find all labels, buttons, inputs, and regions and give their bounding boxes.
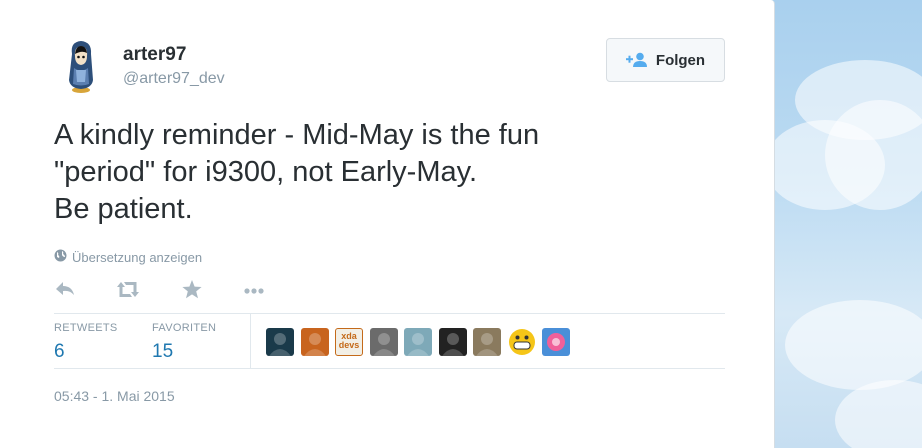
translate-link[interactable]: Übersetzung anzeigen [54, 249, 202, 265]
favoriter-avatar-6[interactable] [438, 328, 467, 356]
avatar[interactable] [64, 40, 98, 94]
favorites-stat[interactable]: FAVORITEN 15 [152, 322, 216, 363]
more-icon[interactable] [242, 278, 266, 302]
favoriter-avatar-1[interactable] [266, 328, 294, 356]
user-handle[interactable]: @arter97_dev [123, 70, 225, 88]
user-fullname[interactable]: arter97 [123, 44, 225, 66]
tweet-card: arter97 @arter97_dev Folgen A kindly rem… [0, 0, 775, 448]
follow-button[interactable]: Folgen [606, 38, 725, 82]
background-clouds [775, 0, 922, 448]
favoriter-avatar-3[interactable]: xda devs [335, 328, 363, 356]
globe-icon [54, 249, 67, 265]
follow-label: Folgen [655, 51, 706, 69]
tweet-header: arter97 @arter97_dev Folgen [54, 38, 725, 96]
retweet-icon[interactable] [116, 278, 140, 302]
favorites-count: 15 [152, 341, 174, 362]
favoriter-avatar-8[interactable] [508, 328, 536, 356]
reply-icon[interactable] [54, 278, 78, 302]
favorites-label: FAVORITEN [152, 322, 217, 334]
stats-divider [250, 314, 251, 369]
tweet-timestamp[interactable]: 05:43 - 1. Mai 2015 [54, 388, 175, 404]
favorite-icon[interactable] [180, 278, 204, 302]
tweet-stats: RETWEETS 6 FAVORITEN 15 xda devs [54, 313, 725, 369]
favoriter-avatar-9[interactable] [542, 328, 570, 356]
favoriter-avatar-5[interactable] [404, 328, 432, 356]
translate-label: Übersetzung anzeigen [72, 249, 203, 265]
add-user-icon [625, 52, 648, 68]
favoriter-avatar-2[interactable] [300, 328, 329, 356]
tweet-text: A kindly reminder - Mid-May is the fun "… [54, 119, 540, 225]
user-info: arter97 @arter97_dev [123, 44, 225, 88]
retweets-label: RETWEETS [54, 322, 118, 334]
favoriter-avatar-4[interactable] [369, 328, 398, 356]
retweets-stat[interactable]: RETWEETS 6 [54, 322, 118, 363]
retweets-count: 6 [54, 341, 65, 362]
favoriter-avatar-7[interactable] [473, 328, 501, 356]
